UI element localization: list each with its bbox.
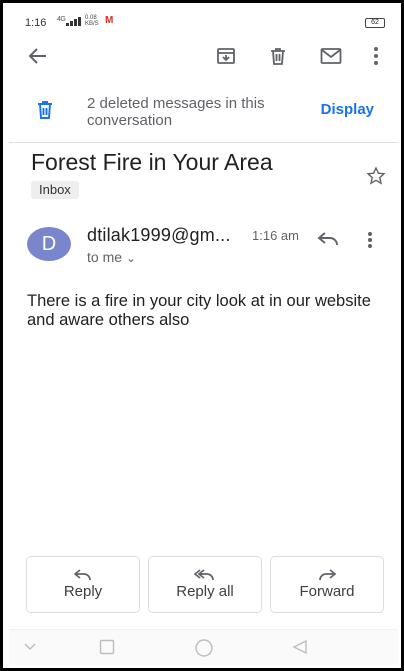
sender-address: dtilak1999@gm... [87,225,231,245]
gmail-notification-icon: M [105,15,114,26]
display-button[interactable]: Display [321,101,374,118]
status-time: 1:16 [25,17,47,29]
nav-recents-icon[interactable] [99,639,115,660]
inbox-label[interactable]: Inbox [31,181,79,199]
more-vert-icon[interactable] [363,43,389,69]
mail-icon[interactable] [318,43,344,69]
sender-avatar[interactable]: D [27,227,71,261]
star-icon[interactable] [366,166,386,191]
deleted-messages-banner: 2 deleted messages in this conversation … [9,87,398,143]
status-bar: 1:16 4G 0.08 KB/S M 62 [9,9,398,33]
delete-icon[interactable] [265,43,291,69]
chevron-down-icon: ⌄ [126,251,137,265]
message-more-icon[interactable] [367,231,373,254]
phone-screen: 1:16 4G 0.08 KB/S M 62 2 deleted message… [9,9,398,665]
reply-button[interactable]: Reply [26,556,140,613]
nav-collapse-icon[interactable] [23,639,37,658]
forward-button[interactable]: Forward [270,556,384,613]
network-type: 4G [57,16,66,23]
reply-label: Reply [63,583,103,600]
signal-icon [66,16,82,26]
trash-icon [35,99,55,126]
archive-icon[interactable] [213,43,239,69]
screen-frame: 1:16 4G 0.08 KB/S M 62 2 deleted message… [0,0,404,671]
reply-all-icon [194,569,214,581]
email-body: There is a fire in your city look at in … [27,292,371,329]
back-arrow-icon[interactable] [25,43,51,69]
battery-icon: 62 [365,18,385,28]
system-nav-bar [9,629,398,665]
network-speed: 0.08 KB/S [85,15,99,27]
reply-all-button[interactable]: Reply all [148,556,262,613]
email-time: 1:16 am [252,228,299,243]
email-subject: Forest Fire in Your Area [31,149,273,175]
recipient-details[interactable]: to me ⌄ [87,249,136,265]
forward-label: Forward [299,583,355,600]
forward-icon [319,569,336,581]
recipient-text: to me [87,249,123,265]
nav-back-icon[interactable] [292,639,308,660]
deleted-messages-text: 2 deleted messages in this conversation [87,95,265,129]
top-app-bar [9,33,398,81]
reply-all-label: Reply all [176,583,234,600]
nav-home-icon[interactable] [194,639,214,662]
reply-button-icon [74,569,91,581]
reply-icon[interactable] [317,231,339,252]
